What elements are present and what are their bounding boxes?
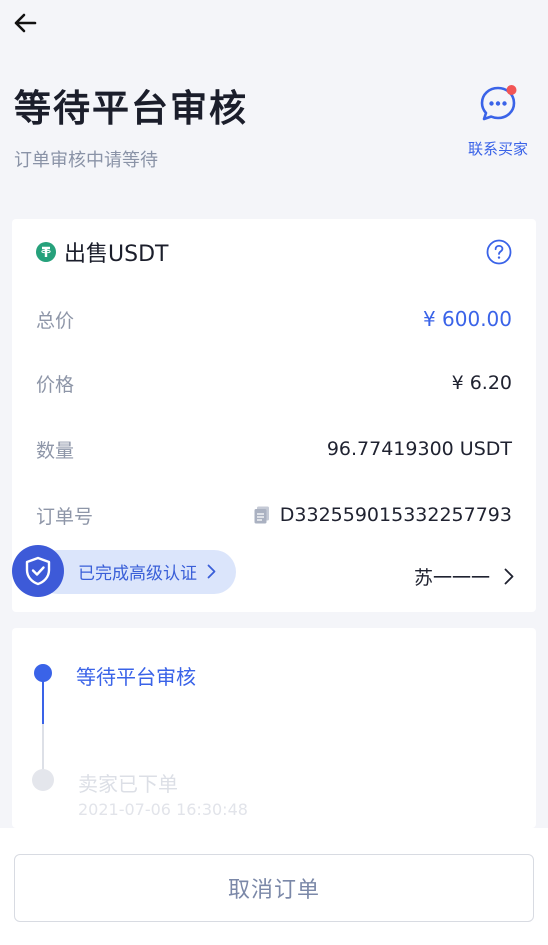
- back-button[interactable]: [10, 8, 40, 38]
- quantity-row: 数量 96.77419300 USDT: [36, 434, 512, 464]
- timeline-dot: [32, 769, 54, 791]
- order-card-header: 出售USDT: [36, 239, 512, 267]
- order-number-value: D332559015332257793: [279, 504, 512, 526]
- verification-badge[interactable]: 已完成高级认证: [12, 545, 236, 597]
- verification-label: 已完成高级认证: [78, 563, 197, 584]
- page-title: 等待平台审核: [14, 87, 248, 130]
- timeline-line: [42, 724, 44, 770]
- shield-check-icon: [12, 545, 64, 597]
- chevron-right-icon: [207, 564, 216, 578]
- arrow-left-icon: [14, 13, 37, 33]
- seller-link[interactable]: 苏一一一: [414, 563, 514, 590]
- unit-price-label: 价格: [36, 373, 75, 396]
- chat-bubble-icon: [478, 84, 518, 124]
- unit-price-row: 价格 ¥ 6.20: [36, 368, 512, 398]
- question-circle-icon[interactable]: [486, 239, 512, 265]
- order-timeline: 等待平台审核 卖家已下单 2021-07-06 16:30:48: [12, 628, 536, 828]
- order-number-row: 订单号 D332559015332257793: [36, 500, 512, 530]
- copy-icon[interactable]: [254, 506, 270, 524]
- order-number-label: 订单号: [36, 505, 94, 528]
- timeline-step-time: 2021-07-06 16:30:48: [78, 800, 248, 819]
- quantity-value: 96.77419300 USDT: [326, 438, 512, 460]
- unit-price-value: ¥ 6.20: [451, 372, 512, 394]
- chevron-right-icon: [504, 568, 514, 585]
- total-price-label: 总价: [36, 309, 75, 332]
- order-number-value-wrap: D332559015332257793: [254, 504, 512, 526]
- total-price-row: 总价 ¥ 600.00: [36, 304, 512, 334]
- quantity-label: 数量: [36, 439, 75, 462]
- order-title: 出售USDT: [64, 242, 169, 267]
- contact-buyer-label: 联系买家: [467, 140, 528, 158]
- timeline-step-past: 卖家已下单: [78, 772, 178, 796]
- page-subtitle: 订单审核中请等待: [14, 150, 158, 171]
- seller-name: 苏一一一: [413, 567, 490, 589]
- cancel-order-button[interactable]: 取消订单: [14, 854, 534, 922]
- contact-buyer-button[interactable]: 联系买家: [460, 84, 536, 159]
- timeline-step-current: 等待平台审核: [76, 665, 196, 689]
- tether-icon: [36, 242, 56, 262]
- total-price-value: ¥ 600.00: [422, 307, 512, 331]
- order-card: 出售USDT 总价 ¥ 600.00 价格 ¥ 6.20 数量 96.77419…: [12, 219, 536, 612]
- timeline-line-active: [42, 680, 44, 724]
- bottom-action-bar: 取消订单: [0, 828, 548, 945]
